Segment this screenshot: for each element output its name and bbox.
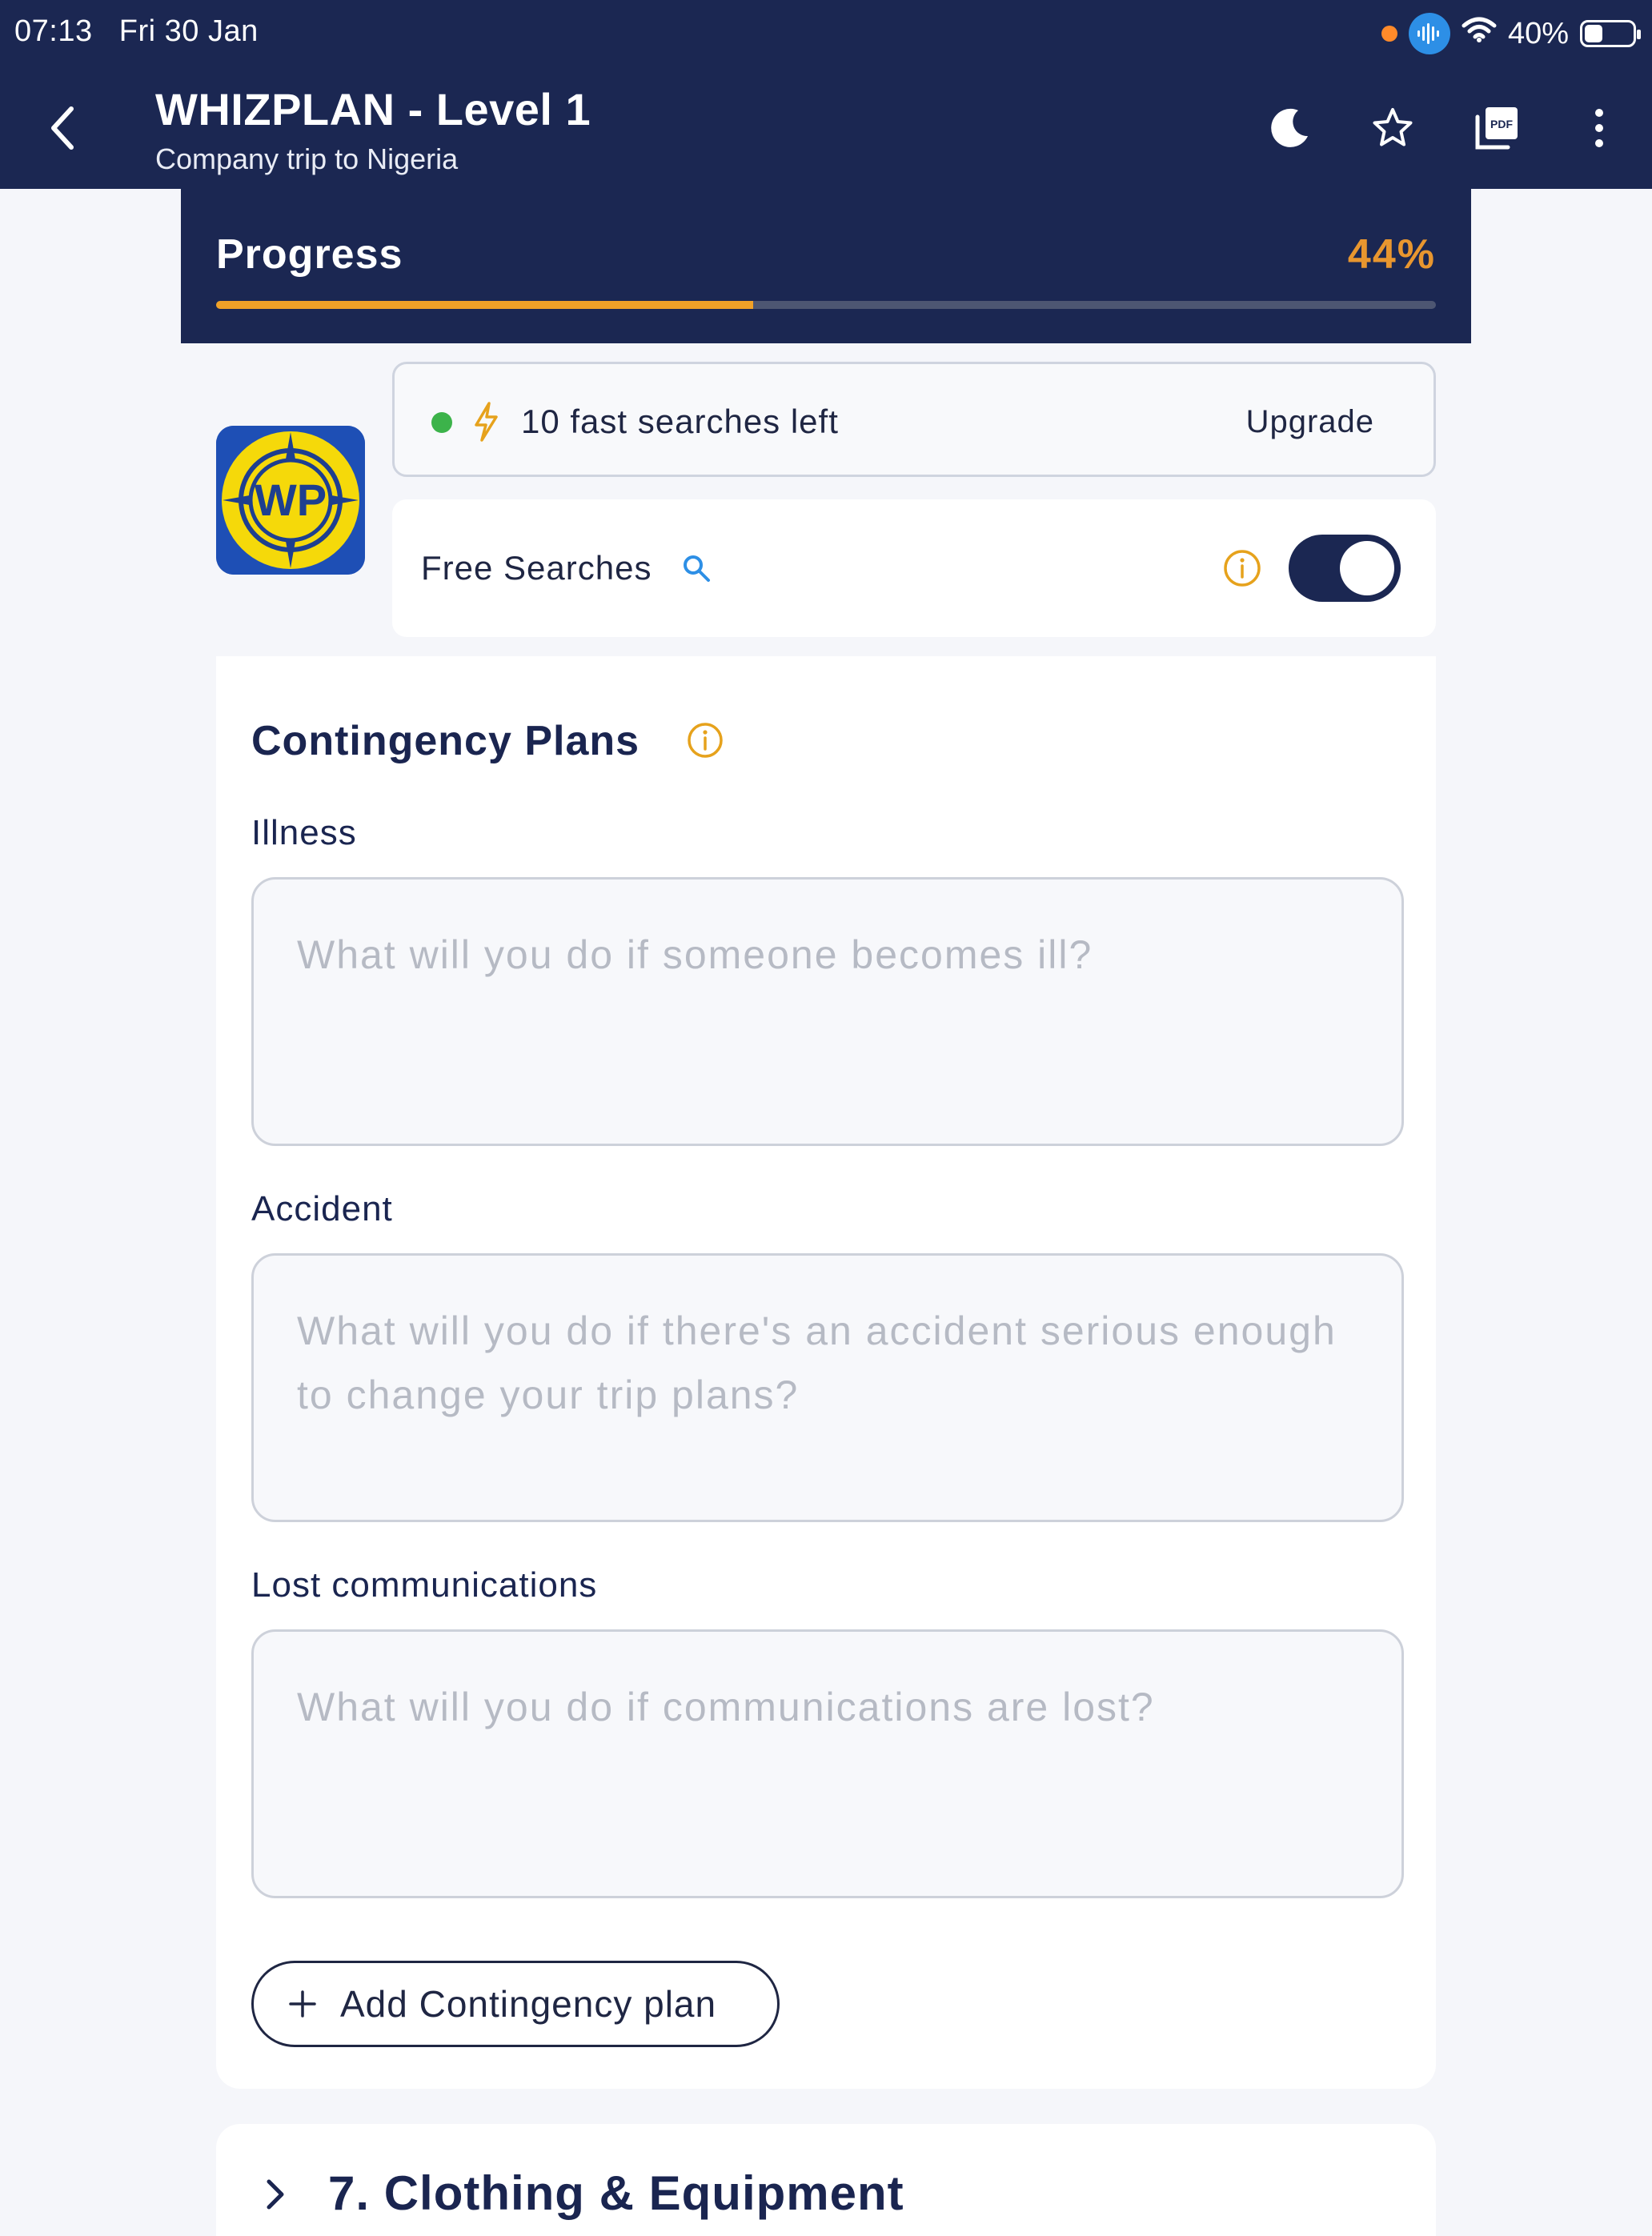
upgrade-button[interactable]: Upgrade [1246, 404, 1374, 440]
lost-communications-input[interactable] [251, 1629, 1404, 1898]
lost-communications-label: Lost communications [251, 1565, 598, 1605]
chevron-right-icon [267, 2179, 284, 2210]
section-title: Contingency Plans [251, 718, 640, 764]
illness-input[interactable] [251, 877, 1404, 1146]
page-subtitle: Company trip to Nigeria [155, 142, 459, 175]
star-icon [1373, 108, 1413, 146]
free-searches-label: Free Searches [421, 549, 652, 587]
pdf-icon: PDF [1475, 107, 1518, 150]
fast-searches-card: 10 fast searches left Upgrade [392, 362, 1436, 477]
svg-text:PDF: PDF [1490, 118, 1513, 130]
status-bar-right: 40% [1381, 11, 1641, 56]
free-searches-card: Free Searches [392, 499, 1436, 637]
export-pdf-button[interactable]: PDF [1463, 94, 1530, 162]
progress-card: Progress 44% [181, 189, 1471, 343]
svg-text:WP: WP [255, 475, 327, 525]
favorite-button[interactable] [1359, 94, 1426, 162]
free-searches-toggle[interactable] [1289, 535, 1401, 602]
section-clothing-equipment[interactable]: 7. Clothing & Equipment [216, 2124, 1436, 2236]
status-time-date: 07:13 Fri 30 Jan [14, 14, 259, 48]
battery-percent: 40% [1507, 16, 1569, 50]
toggle-knob [1340, 541, 1394, 595]
moon-icon [1271, 108, 1308, 147]
accident-label: Accident [251, 1189, 393, 1228]
progress-bar-fill [216, 301, 753, 309]
plus-icon [289, 1990, 316, 2018]
status-dot [431, 412, 452, 433]
contingency-section: Contingency Plans Illness Accident Lost … [216, 656, 1436, 2089]
more-vertical-icon [1595, 109, 1603, 147]
page-title: WHIZPLAN - Level 1 [155, 84, 591, 134]
more-options-button[interactable] [1566, 94, 1633, 162]
illness-label: Illness [251, 813, 357, 852]
lightning-icon [475, 402, 498, 442]
add-contingency-button[interactable]: Add Contingency plan [251, 1961, 780, 2047]
battery-icon [1580, 20, 1641, 47]
back-chevron-icon [51, 106, 74, 150]
fast-searches-count: 10 fast searches left [521, 403, 839, 440]
dark-mode-button[interactable] [1257, 94, 1324, 162]
wifi-icon [1462, 16, 1497, 51]
info-icon[interactable] [1221, 547, 1263, 589]
back-button[interactable] [34, 96, 90, 160]
info-icon[interactable] [685, 720, 725, 760]
audio-waveform-icon [1408, 13, 1450, 54]
progress-percent: 44% [1347, 231, 1436, 278]
section-clothing-title: 7. Clothing & Equipment [328, 2166, 904, 2220]
orange-dot [1381, 26, 1397, 42]
search-icon [684, 555, 710, 582]
accident-input[interactable] [251, 1253, 1404, 1522]
app-logo: WP [216, 426, 365, 575]
progress-label: Progress [216, 231, 403, 278]
progress-bar [216, 301, 1436, 309]
add-contingency-label: Add Contingency plan [340, 1983, 717, 2025]
